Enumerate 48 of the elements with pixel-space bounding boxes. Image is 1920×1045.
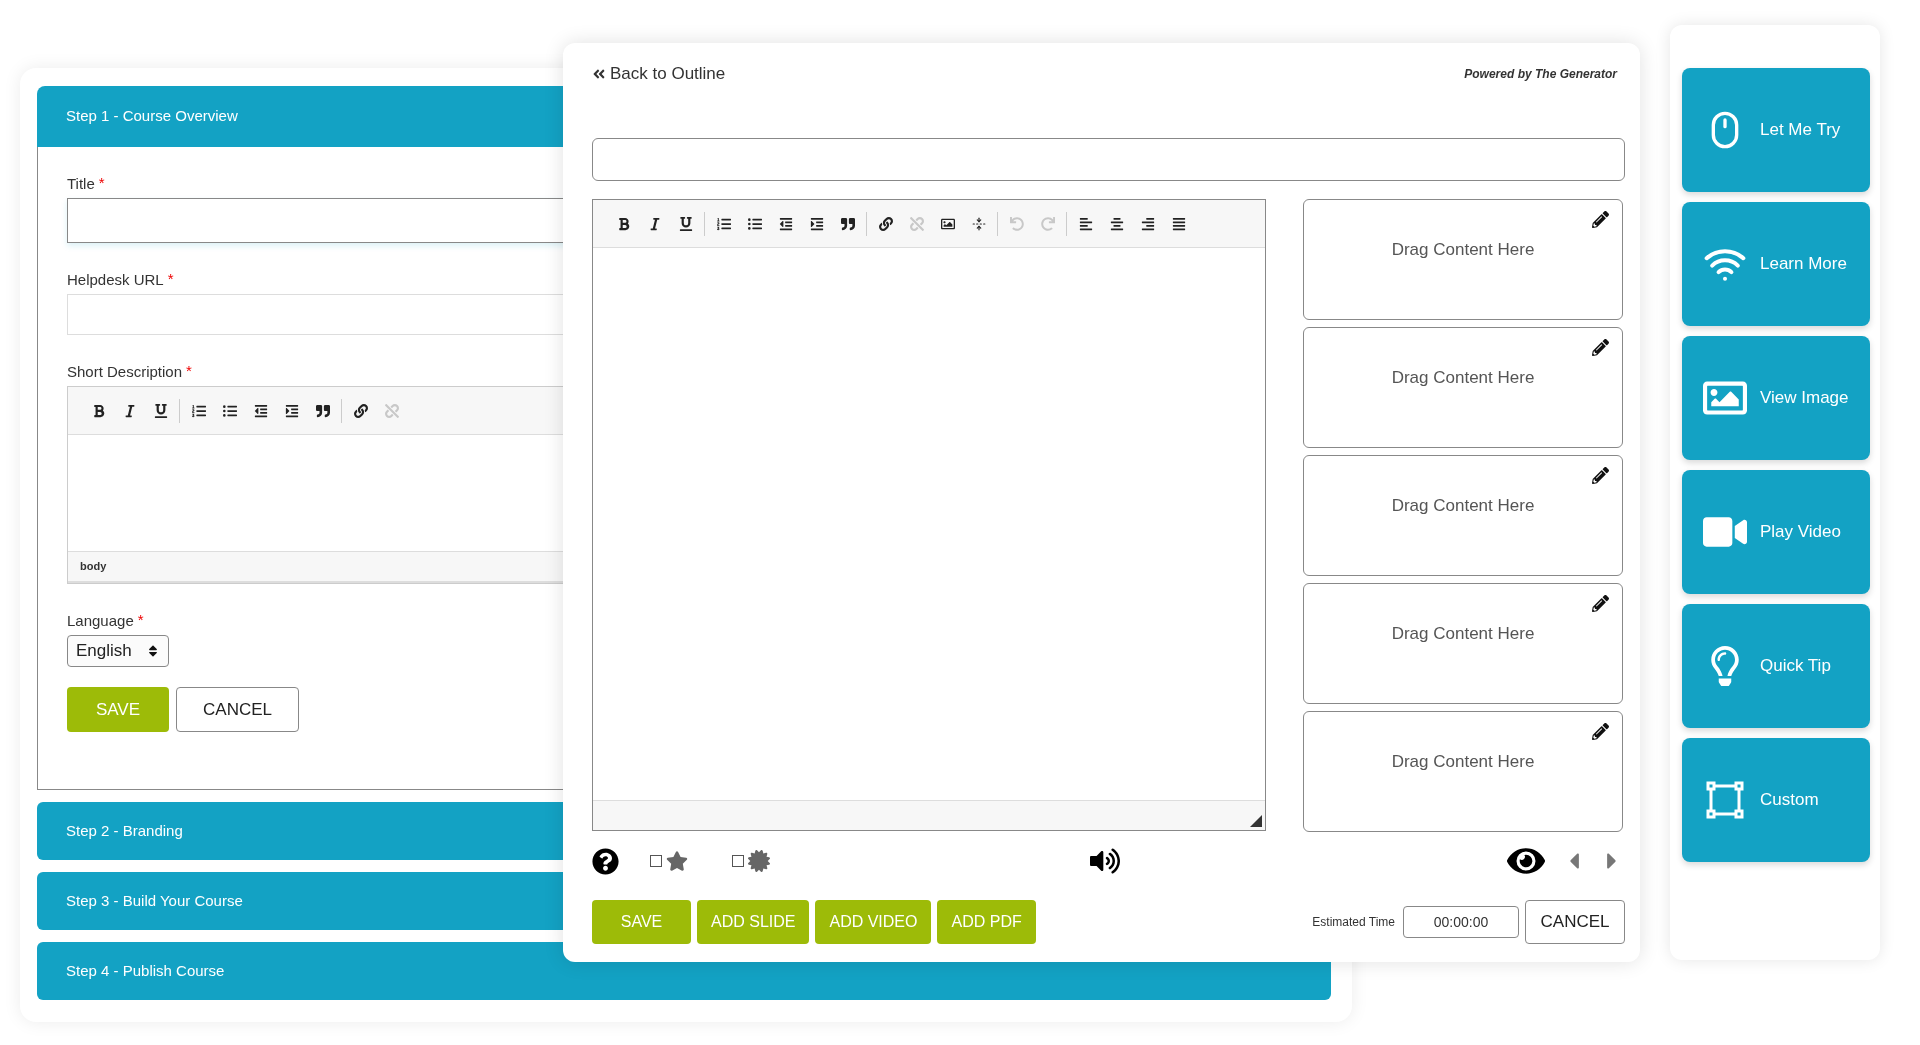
required-mark: * xyxy=(167,271,174,286)
element-path: body xyxy=(80,559,107,575)
sort-icon xyxy=(146,644,160,658)
action-button[interactable]: ADD SLIDE xyxy=(697,900,810,944)
field-label: Language xyxy=(67,612,134,630)
estimated-time-field[interactable]: 00:00:00 xyxy=(1403,906,1519,938)
save-button[interactable]: SAVE xyxy=(67,687,169,732)
resize-handle-icon[interactable] xyxy=(1250,815,1262,827)
checkbox[interactable] xyxy=(732,855,744,867)
slide-title-field[interactable] xyxy=(592,138,1625,181)
interaction-tile[interactable]: Learn More xyxy=(1682,202,1870,326)
drop-zone[interactable]: Drag Content Here xyxy=(1303,455,1623,576)
field-label: Helpdesk URL xyxy=(67,271,164,289)
interaction-tile[interactable]: Let Me Try xyxy=(1682,68,1870,192)
powered-by-text: Powered by The Generator xyxy=(1464,66,1619,83)
back-link[interactable]: Back to Outline xyxy=(592,61,726,87)
badge-icon xyxy=(748,850,770,872)
drop-zone[interactable]: Drag Content Here xyxy=(1303,711,1623,832)
pencil-icon[interactable] xyxy=(1592,211,1609,228)
pencil-icon[interactable] xyxy=(1592,595,1609,612)
cancel-button[interactable]: CANCEL xyxy=(1525,900,1625,944)
field-label: Title xyxy=(67,175,95,193)
pencil-icon[interactable] xyxy=(1592,339,1609,356)
interaction-tile[interactable]: View Image xyxy=(1682,336,1870,460)
estimated-time-label: Estimated Time xyxy=(1312,914,1395,931)
frame-icon xyxy=(1706,781,1744,819)
language-select[interactable]: English xyxy=(67,635,169,667)
checkbox[interactable] xyxy=(650,855,662,867)
drop-zone[interactable]: Drag Content Here xyxy=(1303,583,1623,704)
pencil-icon[interactable] xyxy=(1592,723,1609,740)
field-label: Short Description xyxy=(67,363,183,381)
action-button[interactable]: ADD PDF xyxy=(937,900,1036,944)
action-button[interactable]: ADD VIDEO xyxy=(815,900,932,944)
interaction-tile[interactable]: Play Video xyxy=(1682,470,1870,594)
required-mark: * xyxy=(186,363,192,378)
required-mark: * xyxy=(98,175,105,190)
cancel-button[interactable]: CANCEL xyxy=(176,687,299,732)
double-chevron-icon xyxy=(592,67,606,81)
drop-zone[interactable]: Drag Content Here xyxy=(1303,327,1623,448)
required-mark: * xyxy=(137,612,144,627)
drop-zone[interactable]: Drag Content Here xyxy=(1303,199,1623,320)
pencil-icon[interactable] xyxy=(1592,467,1609,484)
action-button[interactable]: SAVE xyxy=(592,900,691,944)
speaker-icon[interactable] xyxy=(1090,846,1120,876)
star-icon xyxy=(666,850,688,872)
help-icon[interactable] xyxy=(592,847,619,875)
interaction-tile[interactable]: Custom xyxy=(1682,738,1870,862)
interaction-tile[interactable]: Quick Tip xyxy=(1682,604,1870,728)
